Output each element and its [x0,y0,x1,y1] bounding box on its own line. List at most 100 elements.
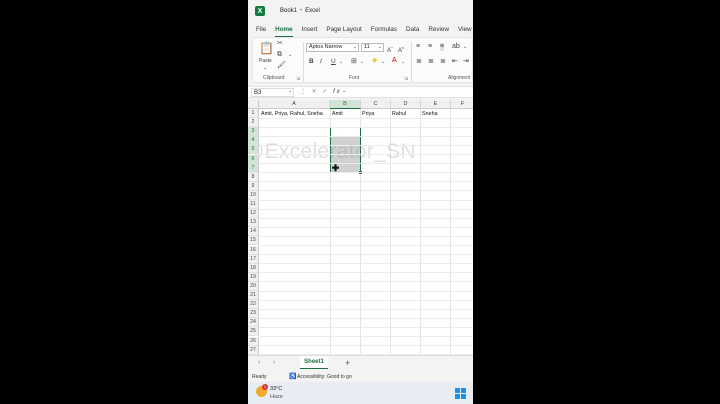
increase-indent-icon[interactable]: ⇥ [463,58,469,66]
sheet-tab-sheet1[interactable]: Sheet1 [300,356,328,369]
row-header[interactable]: 25 [248,327,259,337]
underline-icon[interactable]: U [331,58,336,66]
row-header[interactable]: 8 [248,172,259,182]
column-header-e[interactable]: E [421,100,451,109]
column-header-f[interactable]: F [451,100,473,109]
row-header[interactable]: 12 [248,209,259,219]
copy-dropdown-icon[interactable]: ⌄ [288,51,292,59]
underline-dropdown-icon[interactable]: ⌄ [339,58,343,66]
bold-icon[interactable]: B [309,58,314,66]
orientation-dropdown-icon[interactable]: ⌄ [463,43,467,51]
gridline [259,336,473,337]
row-header[interactable]: 27 [248,345,259,355]
row-header[interactable]: 24 [248,318,259,328]
tab-home[interactable]: Home [275,23,293,37]
row-header[interactable]: 15 [248,236,259,246]
align-bottom-icon[interactable]: ≡ [440,43,445,51]
formula-expand-icon[interactable]: ⌄ [342,88,346,94]
tab-view[interactable]: View [458,23,472,37]
column-header-b[interactable]: B [330,100,361,109]
row-header[interactable]: 7 [248,163,259,173]
copy-icon[interactable]: ⧉ [277,51,282,59]
row-header[interactable]: 22 [248,300,259,310]
gridline [259,199,473,201]
row-header[interactable]: 19 [248,272,259,282]
tab-page-layout[interactable]: Page Layout [326,23,361,37]
formula-buttons-icon[interactable]: ⋮ ✕ ✓ fx [300,88,342,95]
paste-dropdown-icon[interactable]: ⌄ [263,64,267,72]
align-center-icon[interactable]: ≣ [428,58,434,66]
chevron-down-icon: ⌄ [377,44,382,50]
row-header[interactable]: 23 [248,309,259,319]
row-header[interactable]: 18 [248,263,259,273]
italic-icon[interactable]: I [320,58,322,66]
tab-insert[interactable]: Insert [302,23,318,37]
font-size-select[interactable]: 11 ⌄ [361,43,384,52]
row-header[interactable]: 6 [248,154,259,164]
watermark-text: @Excelerator_SN [248,140,416,163]
decrease-indent-icon[interactable]: ⇤ [452,58,458,66]
font-launcher-icon[interactable]: ⇲ [404,76,408,82]
font-group-label: Font [349,75,360,81]
increase-font-icon[interactable]: A^ [387,44,393,55]
row-header[interactable]: 3 [248,127,259,137]
accessibility-status[interactable]: Accessibility: Good to go [297,374,352,380]
taskbar: 1 33°C Haze [248,382,473,404]
gridline [259,245,473,246]
next-sheet-icon[interactable]: › [273,359,275,366]
tab-review[interactable]: Review [428,23,449,37]
weather-temperature[interactable]: 33°C [270,386,282,392]
row-header[interactable]: 9 [248,181,259,191]
tab-file[interactable]: File [256,23,266,37]
weather-badge: 1 [262,384,268,390]
weather-condition[interactable]: Haze [270,394,283,400]
orientation-icon[interactable]: ab [452,43,460,51]
row-header[interactable]: 20 [248,281,259,291]
font-color-icon[interactable]: A [392,57,397,65]
prev-sheet-icon[interactable]: ‹ [258,359,260,366]
decrease-font-icon[interactable]: Av [398,44,404,55]
gridline [259,226,473,228]
align-middle-icon[interactable]: ≡ [428,43,432,51]
row-header[interactable]: 1 [248,109,259,119]
row-header[interactable]: 13 [248,218,259,228]
row-header[interactable]: 17 [248,254,259,264]
borders-icon[interactable]: ⊞ [351,58,357,66]
cut-icon[interactable]: ✂ [277,40,283,48]
status-ready: Ready [252,374,267,380]
row-header[interactable]: 5 [248,145,259,155]
format-painter-icon[interactable]: 🖌 [277,62,286,70]
row-header[interactable]: 11 [248,200,259,210]
row-header[interactable]: 14 [248,227,259,237]
font-color-dropdown-icon[interactable]: ⌄ [401,58,405,66]
align-top-icon[interactable]: ≡ [416,43,420,51]
fill-color-dropdown-icon[interactable]: ⌄ [381,58,385,66]
row-header[interactable]: 4 [248,136,259,146]
gridline [259,263,473,265]
row-header[interactable]: 26 [248,336,259,346]
row-header[interactable]: 2 [248,118,259,128]
font-name-select[interactable]: Aptos Narrow ⌄ [306,43,359,52]
row-header[interactable]: 21 [248,291,259,301]
fill-color-icon[interactable]: ◈ [372,57,377,65]
tab-formulas[interactable]: Formulas [371,23,397,37]
windows-start-icon[interactable] [455,388,466,399]
paste-icon[interactable]: 📋 [259,41,274,55]
select-all-corner[interactable] [248,100,259,109]
font-size-value: 11 [364,44,370,50]
borders-dropdown-icon[interactable]: ⌄ [360,58,364,66]
tab-data[interactable]: Data [406,23,419,37]
accessibility-icon[interactable]: ♿ [289,373,296,380]
column-header-c[interactable]: C [361,100,391,109]
column-header-a[interactable]: A [259,100,330,109]
row-header[interactable]: 10 [248,190,259,200]
gridline [259,190,473,192]
column-header-d[interactable]: D [391,100,421,109]
worksheet-grid[interactable]: A B C D E F ✚ Amit, Priya, Rahul, Sneha … [248,100,473,355]
row-header[interactable]: 16 [248,245,259,255]
clipboard-launcher-icon[interactable]: ⇲ [296,76,300,82]
name-box-dropdown-icon[interactable]: ⌄ [288,88,292,94]
align-right-icon[interactable]: ≣ [440,58,446,66]
align-left-icon[interactable]: ≣ [416,58,422,66]
add-sheet-icon[interactable]: + [345,358,350,368]
